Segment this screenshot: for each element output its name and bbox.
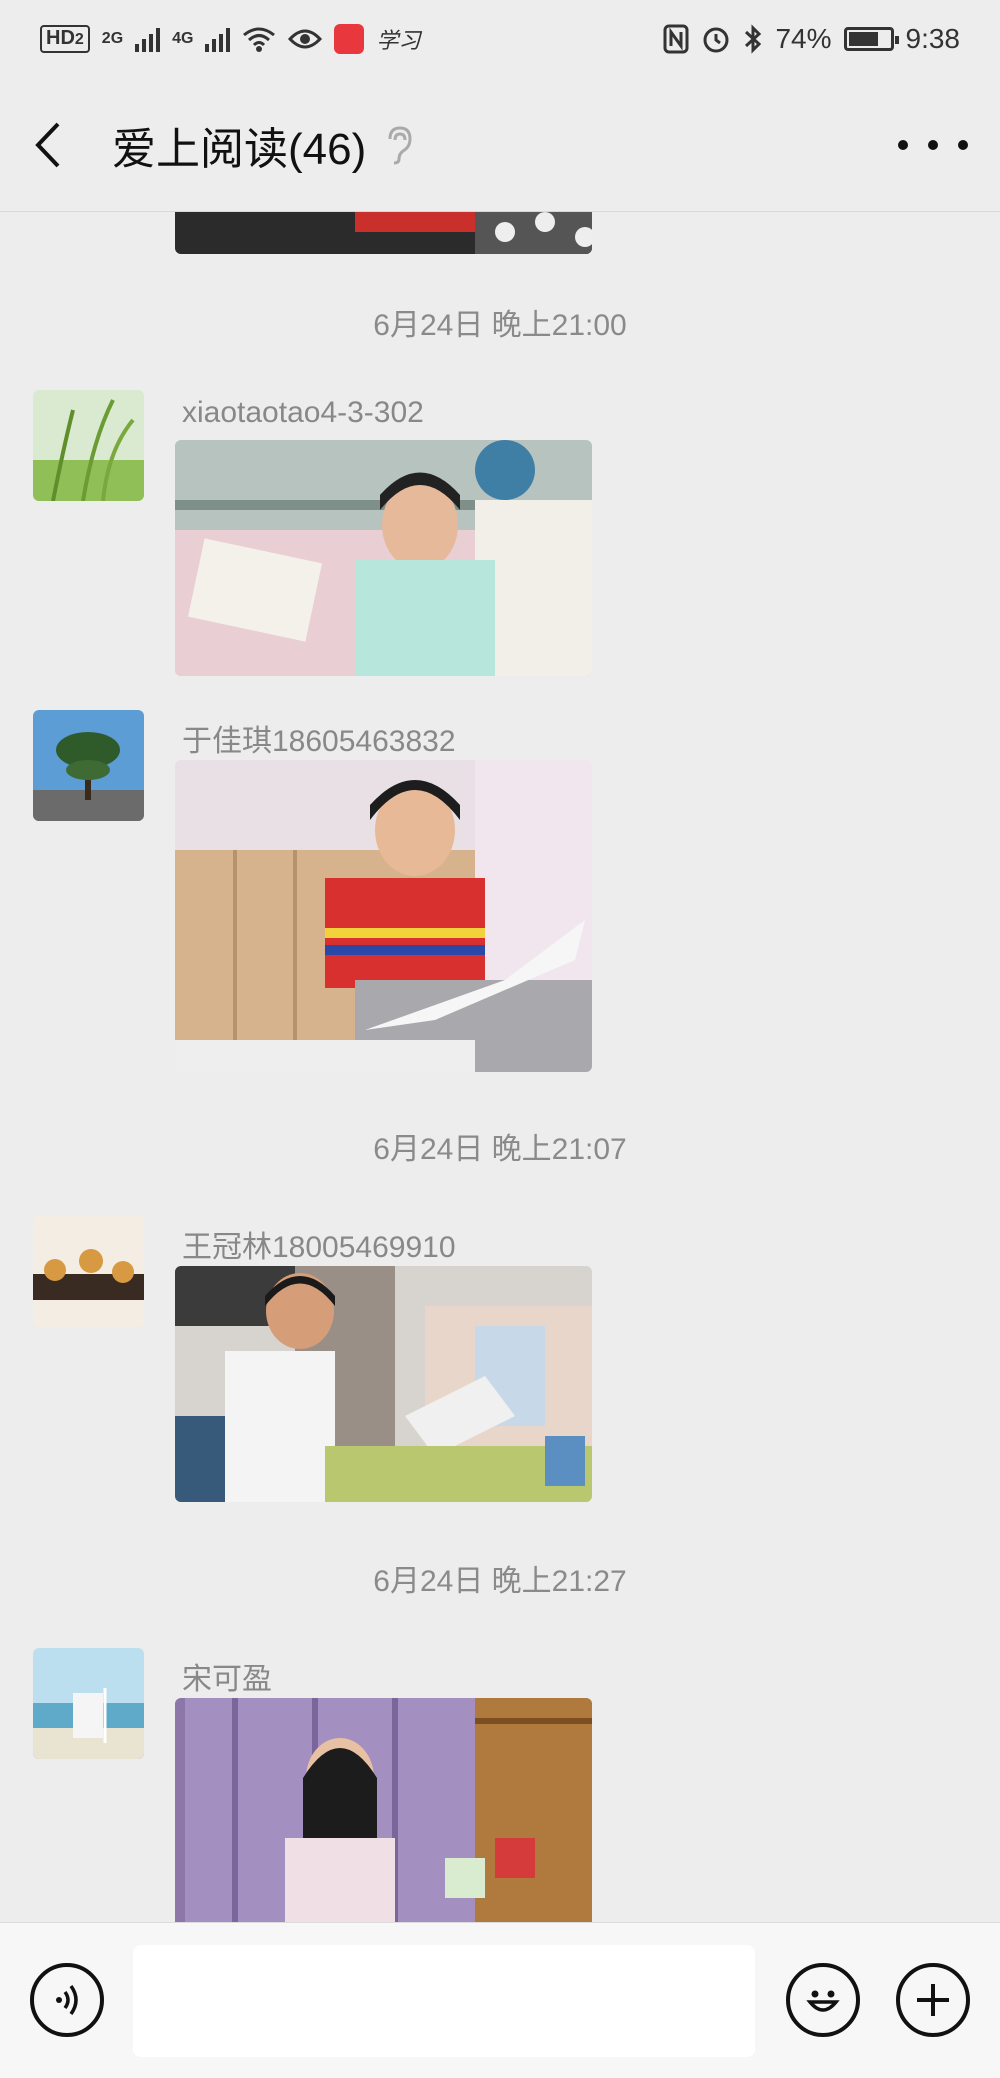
status-bar: HD2 2G 4G 学习 74% 9:38 bbox=[0, 0, 1000, 78]
avatar[interactable] bbox=[33, 1648, 144, 1759]
message-photo-previous[interactable] bbox=[175, 212, 592, 254]
message-photo[interactable] bbox=[175, 760, 592, 1072]
network-4g-label: 4G bbox=[172, 30, 194, 47]
huawei-app-icon bbox=[334, 24, 365, 54]
emoji-icon bbox=[806, 1990, 840, 2012]
avatar[interactable] bbox=[33, 710, 144, 821]
sender-name: 宋可盈 bbox=[182, 1663, 272, 1696]
bluetooth-icon bbox=[745, 24, 762, 54]
more-icon-dot bbox=[958, 139, 968, 150]
message-photo[interactable] bbox=[175, 1266, 592, 1502]
more-button[interactable] bbox=[898, 125, 968, 165]
input-bar bbox=[0, 1922, 1000, 2078]
chat-title: 爱上阅读(46) bbox=[112, 124, 367, 174]
voice-icon bbox=[56, 1984, 78, 2016]
battery-percent: 74% bbox=[775, 23, 832, 54]
chat-header: 爱上阅读(46) bbox=[0, 78, 1000, 212]
clock: 9:38 bbox=[905, 23, 961, 54]
nfc-icon bbox=[663, 24, 689, 54]
voice-button[interactable] bbox=[30, 1963, 104, 2037]
alarm-icon bbox=[703, 27, 729, 53]
message-photo[interactable] bbox=[175, 1698, 592, 1922]
ear-icon bbox=[388, 125, 412, 164]
message-list[interactable]: 6月24日 晚上21:00 xiaotaotao4-3-302 于佳琪18605… bbox=[0, 212, 1000, 1922]
wifi-icon bbox=[243, 27, 276, 52]
study-app-label: 学习 bbox=[376, 28, 421, 53]
message-input[interactable] bbox=[133, 1945, 755, 2057]
eye-icon bbox=[288, 29, 323, 49]
more-icon-dot bbox=[898, 139, 908, 150]
plus-icon bbox=[917, 1984, 949, 2016]
battery-icon bbox=[843, 27, 899, 51]
emoji-button[interactable] bbox=[786, 1963, 860, 2037]
sender-name: 于佳琪18605463832 bbox=[182, 725, 456, 758]
hd-indicator: HD2 bbox=[40, 25, 90, 53]
message-photo[interactable] bbox=[175, 440, 592, 676]
back-button[interactable] bbox=[32, 115, 72, 175]
plus-button[interactable] bbox=[896, 1963, 970, 2037]
sender-name: xiaotaotao4-3-302 bbox=[182, 396, 424, 429]
timestamp: 6月24日 晚上21:27 bbox=[373, 1565, 627, 1598]
timestamp: 6月24日 晚上21:07 bbox=[373, 1133, 627, 1166]
timestamp: 6月24日 晚上21:00 bbox=[373, 309, 627, 342]
signal-icon-2 bbox=[205, 26, 231, 52]
avatar[interactable] bbox=[33, 1216, 144, 1327]
signal-icon bbox=[135, 26, 161, 52]
network-2g-label: 2G bbox=[101, 30, 124, 47]
chevron-left-icon bbox=[35, 122, 60, 167]
avatar[interactable] bbox=[33, 390, 144, 501]
more-icon-dot bbox=[928, 139, 938, 150]
sender-name: 王冠林18005469910 bbox=[182, 1231, 456, 1264]
